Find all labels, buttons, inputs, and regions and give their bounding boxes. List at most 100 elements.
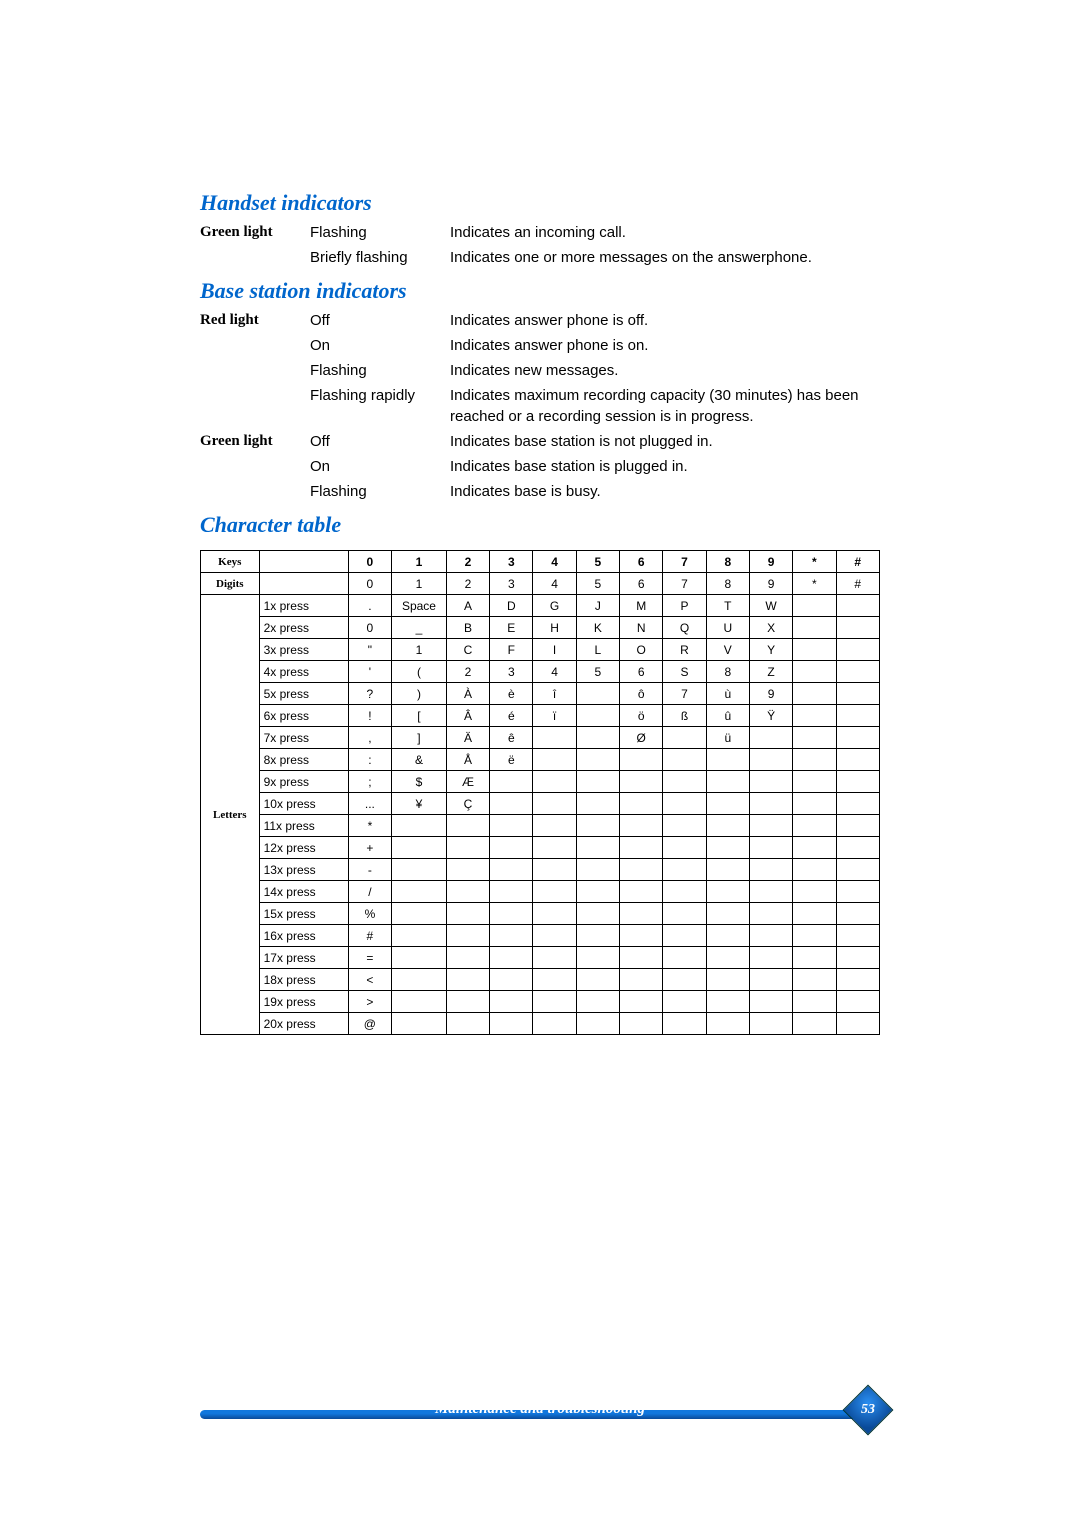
char-cell [620, 793, 663, 815]
char-cell [749, 771, 792, 793]
char-cell: = [348, 947, 391, 969]
char-cell: T [706, 595, 749, 617]
char-cell: 7 [663, 683, 706, 705]
indicator-row: OnIndicates answer phone is on. [200, 335, 880, 356]
indicator-row: Flashing Indicates new messages. [200, 360, 880, 381]
indicator-state: Flashing rapidly [310, 385, 450, 406]
press-label: 5x press [259, 683, 348, 705]
col-header: * [793, 551, 836, 573]
char-cell [749, 749, 792, 771]
char-cell [793, 727, 836, 749]
digits-cell: 8 [706, 573, 749, 595]
char-cell: 4 [533, 661, 576, 683]
press-label: 16x press [259, 925, 348, 947]
char-cell: 5 [576, 661, 619, 683]
char-cell [706, 793, 749, 815]
character-table: Keys 0123456789*# Digits0123456789*#Lett… [200, 550, 880, 1035]
indicator-state: Flashing [310, 481, 450, 502]
char-cell [836, 705, 879, 727]
char-cell [490, 969, 533, 991]
char-cell [392, 991, 447, 1013]
char-cell [836, 661, 879, 683]
digits-cell: 3 [490, 573, 533, 595]
char-cell [706, 837, 749, 859]
char-cell [490, 859, 533, 881]
char-cell [663, 925, 706, 947]
char-cell [836, 793, 879, 815]
char-cell [446, 903, 489, 925]
char-cell [392, 925, 447, 947]
char-cell [446, 1013, 489, 1035]
digits-cell: # [836, 573, 879, 595]
press-label: 11x press [259, 815, 348, 837]
char-cell [836, 991, 879, 1013]
char-cell: ) [392, 683, 447, 705]
indicator-desc: Indicates new messages. [450, 360, 880, 381]
char-cell [793, 969, 836, 991]
indicator-state: Off [310, 431, 450, 452]
col-header: 5 [576, 551, 619, 573]
char-cell: Ø [620, 727, 663, 749]
char-cell: < [348, 969, 391, 991]
char-cell [392, 815, 447, 837]
char-cell [663, 749, 706, 771]
char-cell [533, 793, 576, 815]
char-cell [836, 749, 879, 771]
char-cell: À [446, 683, 489, 705]
indicator-state: On [310, 335, 450, 356]
char-cell: ù [706, 683, 749, 705]
digits-cell: 2 [446, 573, 489, 595]
char-cell [793, 925, 836, 947]
char-cell [793, 881, 836, 903]
char-cell: Ä [446, 727, 489, 749]
char-cell [490, 903, 533, 925]
char-cell [793, 837, 836, 859]
char-cell: ... [348, 793, 391, 815]
indicator-row: Flashing Indicates base is busy. [200, 481, 880, 502]
press-label: 6x press [259, 705, 348, 727]
char-cell [836, 727, 879, 749]
char-cell: B [446, 617, 489, 639]
char-cell [749, 925, 792, 947]
press-label: 1x press [259, 595, 348, 617]
row-header-digits: Digits [201, 573, 260, 595]
char-cell: ö [620, 705, 663, 727]
char-cell [793, 793, 836, 815]
char-cell: J [576, 595, 619, 617]
char-cell [749, 969, 792, 991]
digits-press-blank [259, 573, 348, 595]
char-cell [793, 595, 836, 617]
char-cell: ê [490, 727, 533, 749]
char-cell: ! [348, 705, 391, 727]
char-cell: ? [348, 683, 391, 705]
char-cell [793, 947, 836, 969]
char-cell [663, 903, 706, 925]
press-label: 13x press [259, 859, 348, 881]
char-cell [620, 925, 663, 947]
char-cell: ( [392, 661, 447, 683]
char-cell: F [490, 639, 533, 661]
indicator-desc: Indicates maximum recording capacity (30… [450, 385, 880, 427]
char-cell [490, 837, 533, 859]
char-cell [749, 815, 792, 837]
char-cell: O [620, 639, 663, 661]
char-cell [533, 991, 576, 1013]
char-cell: U [706, 617, 749, 639]
section-title-base: Base station indicators [200, 278, 880, 304]
char-cell: Q [663, 617, 706, 639]
char-cell: # [348, 925, 391, 947]
char-cell [490, 771, 533, 793]
char-cell: A [446, 595, 489, 617]
char-cell: $ [392, 771, 447, 793]
char-cell [836, 969, 879, 991]
digits-cell: 0 [348, 573, 391, 595]
char-cell [836, 925, 879, 947]
char-cell [576, 771, 619, 793]
digits-cell: * [793, 573, 836, 595]
char-cell [706, 771, 749, 793]
digits-cell: 6 [620, 573, 663, 595]
char-cell [533, 1013, 576, 1035]
char-cell [706, 1013, 749, 1035]
char-cell [576, 969, 619, 991]
char-cell [663, 793, 706, 815]
